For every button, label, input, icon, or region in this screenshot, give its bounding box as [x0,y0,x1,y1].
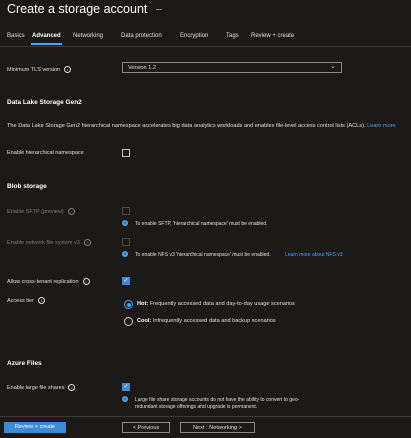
tab-advanced[interactable]: Advanced [31,33,62,45]
sftp-label-text: Enable SFTP (preview) [7,208,64,215]
sftp-label: Enable SFTP (preview) i [7,208,75,215]
large-shares-label: Enable large file shares i [7,384,76,391]
tab-tags[interactable]: Tags [226,33,239,39]
info-filled-icon: i [122,251,128,257]
access-tier-cool-radio[interactable] [124,317,133,326]
access-tier-cool-desc: Infrequently accessed data and backup sc… [152,318,276,324]
large-shares-note-line-1: Large file share storage accounts do not… [135,397,300,403]
nfs-note: To enable NFS v3 'hierarchical namespace… [135,252,343,259]
title-separator [155,9,162,11]
nfs-label-text: Enable network file system v3 [7,239,80,246]
sftp-checkbox[interactable] [122,207,130,215]
tab-advanced-label: Advanced [32,33,61,39]
files-heading: Azure Files [7,360,42,367]
nfs-note-text: To enable NFS v3 'hierarchical namespace… [135,252,271,258]
tab-basics[interactable]: Basics [7,33,25,39]
nfs-label: Enable network file system v3 i [7,239,91,246]
footer-bar: Review + create < Previous Next : Networ… [0,416,411,438]
previous-button[interactable]: < Previous [122,422,170,433]
access-tier-hot-label: Hot: Frequently accessed data and day-to… [137,301,295,307]
access-tier-hot-desc: Frequently accessed data and day-to-day … [149,301,295,307]
tls-label-text: Minimum TLS version [7,66,61,73]
page-title-text: Create a storage account [7,2,148,16]
large-shares-label-text: Enable large file shares [7,384,65,391]
blob-heading: Blob storage [7,183,47,190]
access-tier-cool-name: Cool: [137,318,152,324]
next-networking-button[interactable]: Next : Networking > [180,422,255,433]
sftp-note: To enable SFTP, 'hierarchical namespace'… [135,221,268,227]
info-filled-icon: i [122,396,128,402]
info-icon[interactable]: i [37,297,45,304]
large-shares-note: Large file share storage accounts do not… [135,397,299,410]
datalake-description: The Data Lake Storage Gen2 hierarchical … [7,122,402,130]
access-tier-label: Access tier i [7,297,45,304]
info-icon[interactable]: i [67,208,75,215]
access-tier-label-text: Access tier [7,297,34,304]
access-tier-cool-label: Cool: Infrequently accessed data and bac… [137,318,276,324]
tls-version-value: Version 1.2 [128,65,156,71]
active-tab-indicator [31,43,62,45]
hns-label: Enable hierarchical namespace [7,150,84,156]
datalake-description-text: The Data Lake Storage Gen2 hierarchical … [7,123,366,129]
page-title: Create a storage account [7,2,162,16]
large-shares-checkbox[interactable]: ✓ [122,383,130,391]
access-tier-hot-radio[interactable] [124,300,133,309]
info-icon[interactable]: i [82,278,90,285]
datalake-learn-more-link[interactable]: Learn more [367,123,396,129]
tls-label: Minimum TLS version i [7,66,72,73]
info-icon[interactable]: i [83,239,91,246]
tls-version-dropdown[interactable]: Version 1.2 ⌄ [122,62,342,73]
tab-data-protection[interactable]: Data protection [121,33,162,39]
tab-networking[interactable]: Networking [73,33,103,39]
datalake-heading: Data Lake Storage Gen2 [7,99,82,106]
nfs-checkbox[interactable] [122,238,130,246]
nfs-learn-more-link[interactable]: Learn more about NFS v3 [285,252,345,259]
tab-encryption[interactable]: Encryption [180,33,208,39]
cross-tenant-label: Allow cross-tenant replication i [7,278,90,285]
chevron-down-icon: ⌄ [330,63,336,70]
info-filled-icon: i [122,220,128,226]
hns-checkbox[interactable] [122,149,130,157]
review-create-button[interactable]: Review + create [4,422,66,433]
info-icon[interactable]: i [64,66,72,73]
tabs-divider [0,46,411,47]
cross-tenant-checkbox[interactable]: ✓ [122,277,130,285]
cross-tenant-label-text: Allow cross-tenant replication [7,278,79,285]
tab-review-create[interactable]: Review + create [251,33,294,39]
access-tier-hot-name: Hot: [137,301,149,307]
info-icon[interactable]: i [68,384,76,391]
large-shares-note-line-2: redundant storage offerings and upgrade … [135,403,258,410]
